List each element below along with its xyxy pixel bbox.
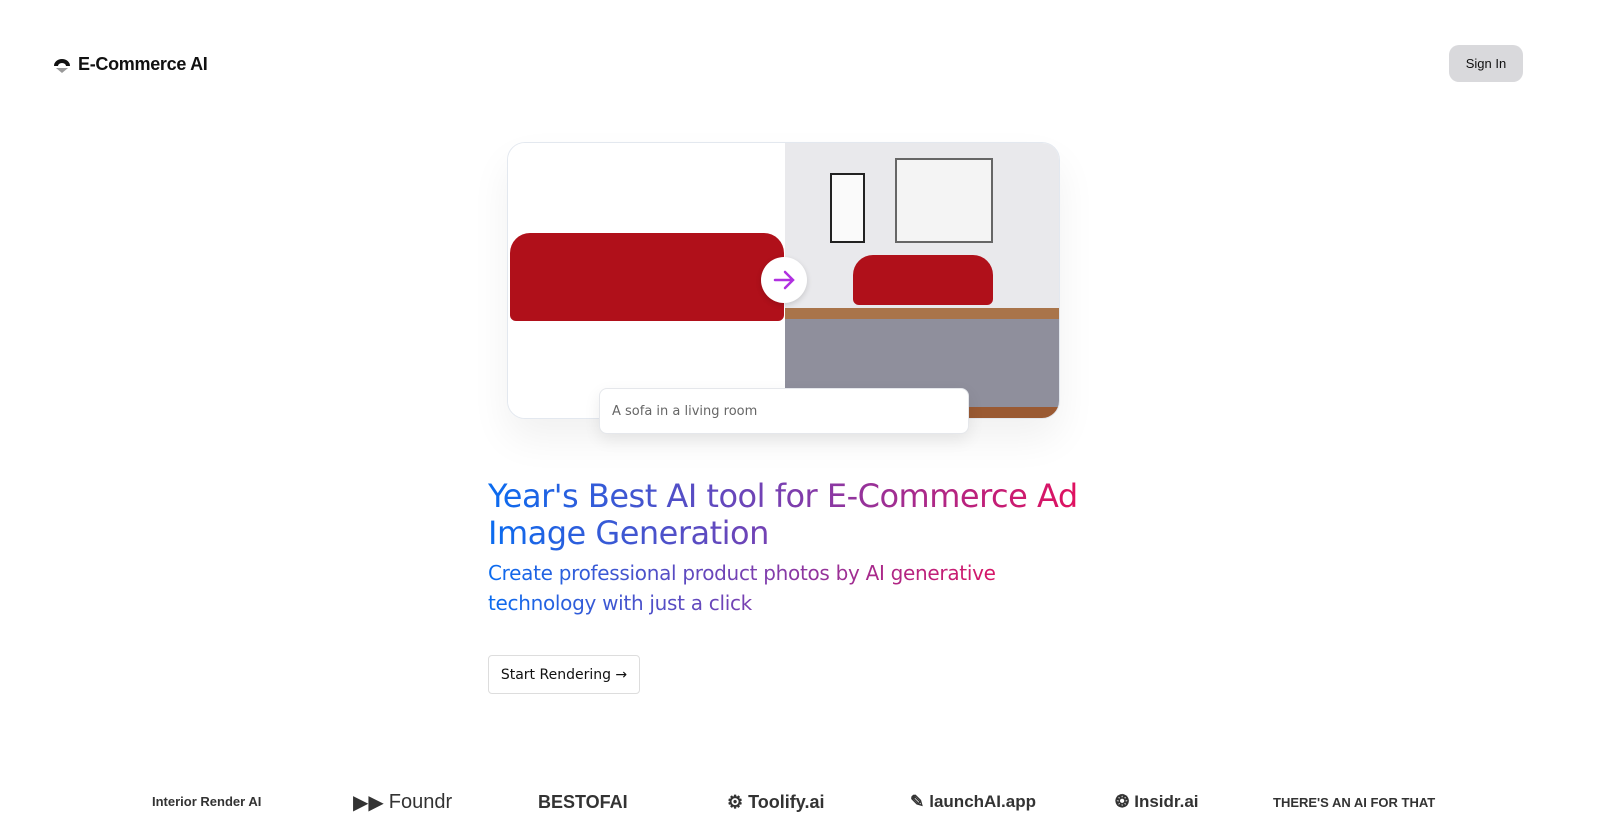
insidr-icon: ❂ bbox=[1115, 792, 1130, 811]
sign-in-button[interactable]: Sign In bbox=[1449, 45, 1523, 82]
partner-logo[interactable]: THERE'S AN AI FOR THAT bbox=[1273, 795, 1435, 810]
partner-logo[interactable]: ▶▶ Foundr bbox=[353, 790, 452, 815]
partner-logo[interactable]: ❂ Insidr.ai bbox=[1115, 792, 1199, 812]
product-image bbox=[508, 143, 785, 418]
page-title: Year's Best AI tool for E-Commerce Ad Im… bbox=[488, 477, 1078, 552]
partner-logo[interactable]: BESTOFAI bbox=[538, 792, 628, 813]
partner-logo[interactable]: ⚙ Toolify.ai bbox=[727, 792, 824, 813]
brand-name: E-Commerce AI bbox=[78, 54, 208, 74]
start-rendering-button[interactable]: Start Rendering → bbox=[488, 655, 640, 694]
foundr-icon: ▶▶ bbox=[353, 792, 384, 814]
rendered-scene-image bbox=[785, 143, 1059, 418]
partner-logo[interactable]: Interior Render AI bbox=[152, 794, 261, 809]
arrow-button bbox=[761, 257, 807, 303]
brand-logo[interactable]: E-Commerce AI bbox=[52, 54, 208, 75]
partner-logo[interactable]: ✎ launchAI.app bbox=[910, 792, 1036, 812]
arrow-right-icon bbox=[773, 270, 795, 290]
toolify-icon: ⚙ bbox=[727, 792, 744, 812]
partner-logos: Interior Render AI ▶▶ Foundr BESTOFAI ⚙ To… bbox=[0, 790, 1600, 816]
prompt-input[interactable]: A sofa in a living room bbox=[599, 388, 969, 434]
rocket-icon: ✎ bbox=[910, 792, 925, 811]
logo-icon bbox=[54, 58, 70, 73]
page-subtitle: Create professional product photos by AI… bbox=[488, 558, 1018, 618]
